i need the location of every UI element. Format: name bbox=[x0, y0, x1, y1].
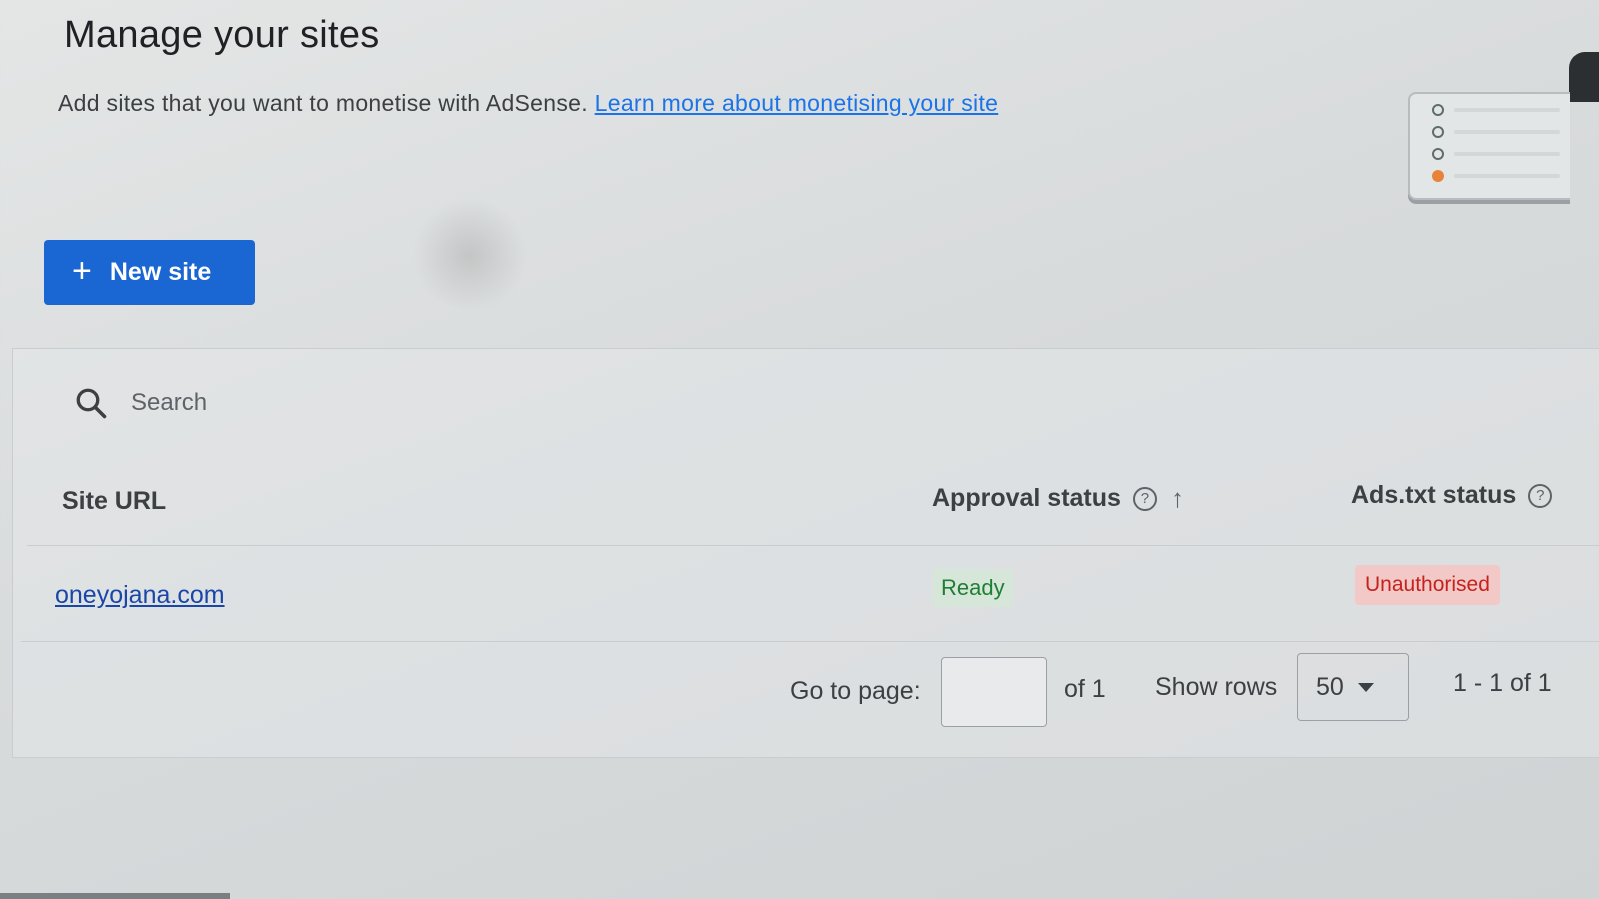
approval-status-badge: Ready bbox=[933, 569, 1013, 607]
new-site-button[interactable]: + New site bbox=[44, 240, 255, 305]
bottom-edge-bar bbox=[0, 893, 230, 899]
plus-icon: + bbox=[72, 252, 92, 290]
help-circle-icon[interactable]: ? bbox=[1132, 486, 1157, 511]
rows-per-page-value: 50 bbox=[1316, 672, 1344, 701]
caret-down-icon bbox=[1357, 682, 1374, 692]
illustration-line bbox=[1454, 108, 1560, 112]
table-row: oneyojana.com Ready Unauthorised bbox=[21, 545, 1599, 642]
screen-glare bbox=[410, 200, 530, 310]
go-to-page-label: Go to page: bbox=[790, 677, 921, 705]
range-text: 1 - 1 of 1 bbox=[1453, 669, 1552, 697]
learn-more-link[interactable]: Learn more about monetising your site bbox=[595, 90, 999, 116]
sites-illustration bbox=[1408, 92, 1570, 200]
show-rows-label: Show rows bbox=[1155, 673, 1278, 701]
go-to-page-input[interactable] bbox=[941, 657, 1047, 727]
sites-table-card: Site URL Approval status ? ↑ Ads.txt sta… bbox=[12, 348, 1599, 758]
illustration-dot bbox=[1432, 148, 1444, 160]
illustration-dot-active bbox=[1432, 170, 1444, 182]
subtitle-text: Add sites that you want to monetise with… bbox=[58, 90, 588, 116]
page-subtitle: Add sites that you want to monetise with… bbox=[58, 90, 998, 117]
illustration-line bbox=[1454, 130, 1560, 134]
site-url-header-label: Site URL bbox=[62, 487, 167, 515]
illustration-line bbox=[1454, 152, 1560, 156]
page-count-text: of 1 bbox=[1064, 675, 1106, 703]
approval-status-header-label: Approval status bbox=[932, 484, 1121, 512]
table-header-row: Site URL Approval status ? ↑ Ads.txt sta… bbox=[27, 459, 1599, 546]
corner-decoration bbox=[1569, 52, 1599, 102]
column-header-ads-txt-status[interactable]: Ads.txt status ? bbox=[1351, 481, 1553, 510]
illustration-line bbox=[1454, 174, 1560, 178]
ads-txt-status-badge: Unauthorised bbox=[1355, 565, 1500, 605]
column-header-site-url[interactable]: Site URL bbox=[62, 487, 166, 516]
column-header-approval-status[interactable]: Approval status ? ↑ bbox=[932, 483, 1184, 514]
arrow-up-icon[interactable]: ↑ bbox=[1171, 483, 1184, 514]
pagination-bar: Go to page: of 1 Show rows 50 1 - 1 of 1 bbox=[13, 649, 1599, 729]
illustration-dot bbox=[1432, 126, 1444, 138]
help-circle-icon[interactable]: ? bbox=[1528, 483, 1553, 508]
search-input[interactable] bbox=[129, 388, 733, 418]
new-site-label: New site bbox=[109, 258, 212, 286]
rows-per-page-select[interactable]: 50 bbox=[1297, 653, 1409, 721]
search-icon[interactable] bbox=[73, 385, 109, 421]
illustration-dot bbox=[1432, 104, 1444, 116]
ads-txt-status-header-label: Ads.txt status bbox=[1351, 481, 1517, 509]
site-url-link[interactable]: oneyojana.com bbox=[55, 581, 225, 610]
search-bar bbox=[73, 385, 733, 421]
page-title: Manage your sites bbox=[64, 14, 380, 56]
